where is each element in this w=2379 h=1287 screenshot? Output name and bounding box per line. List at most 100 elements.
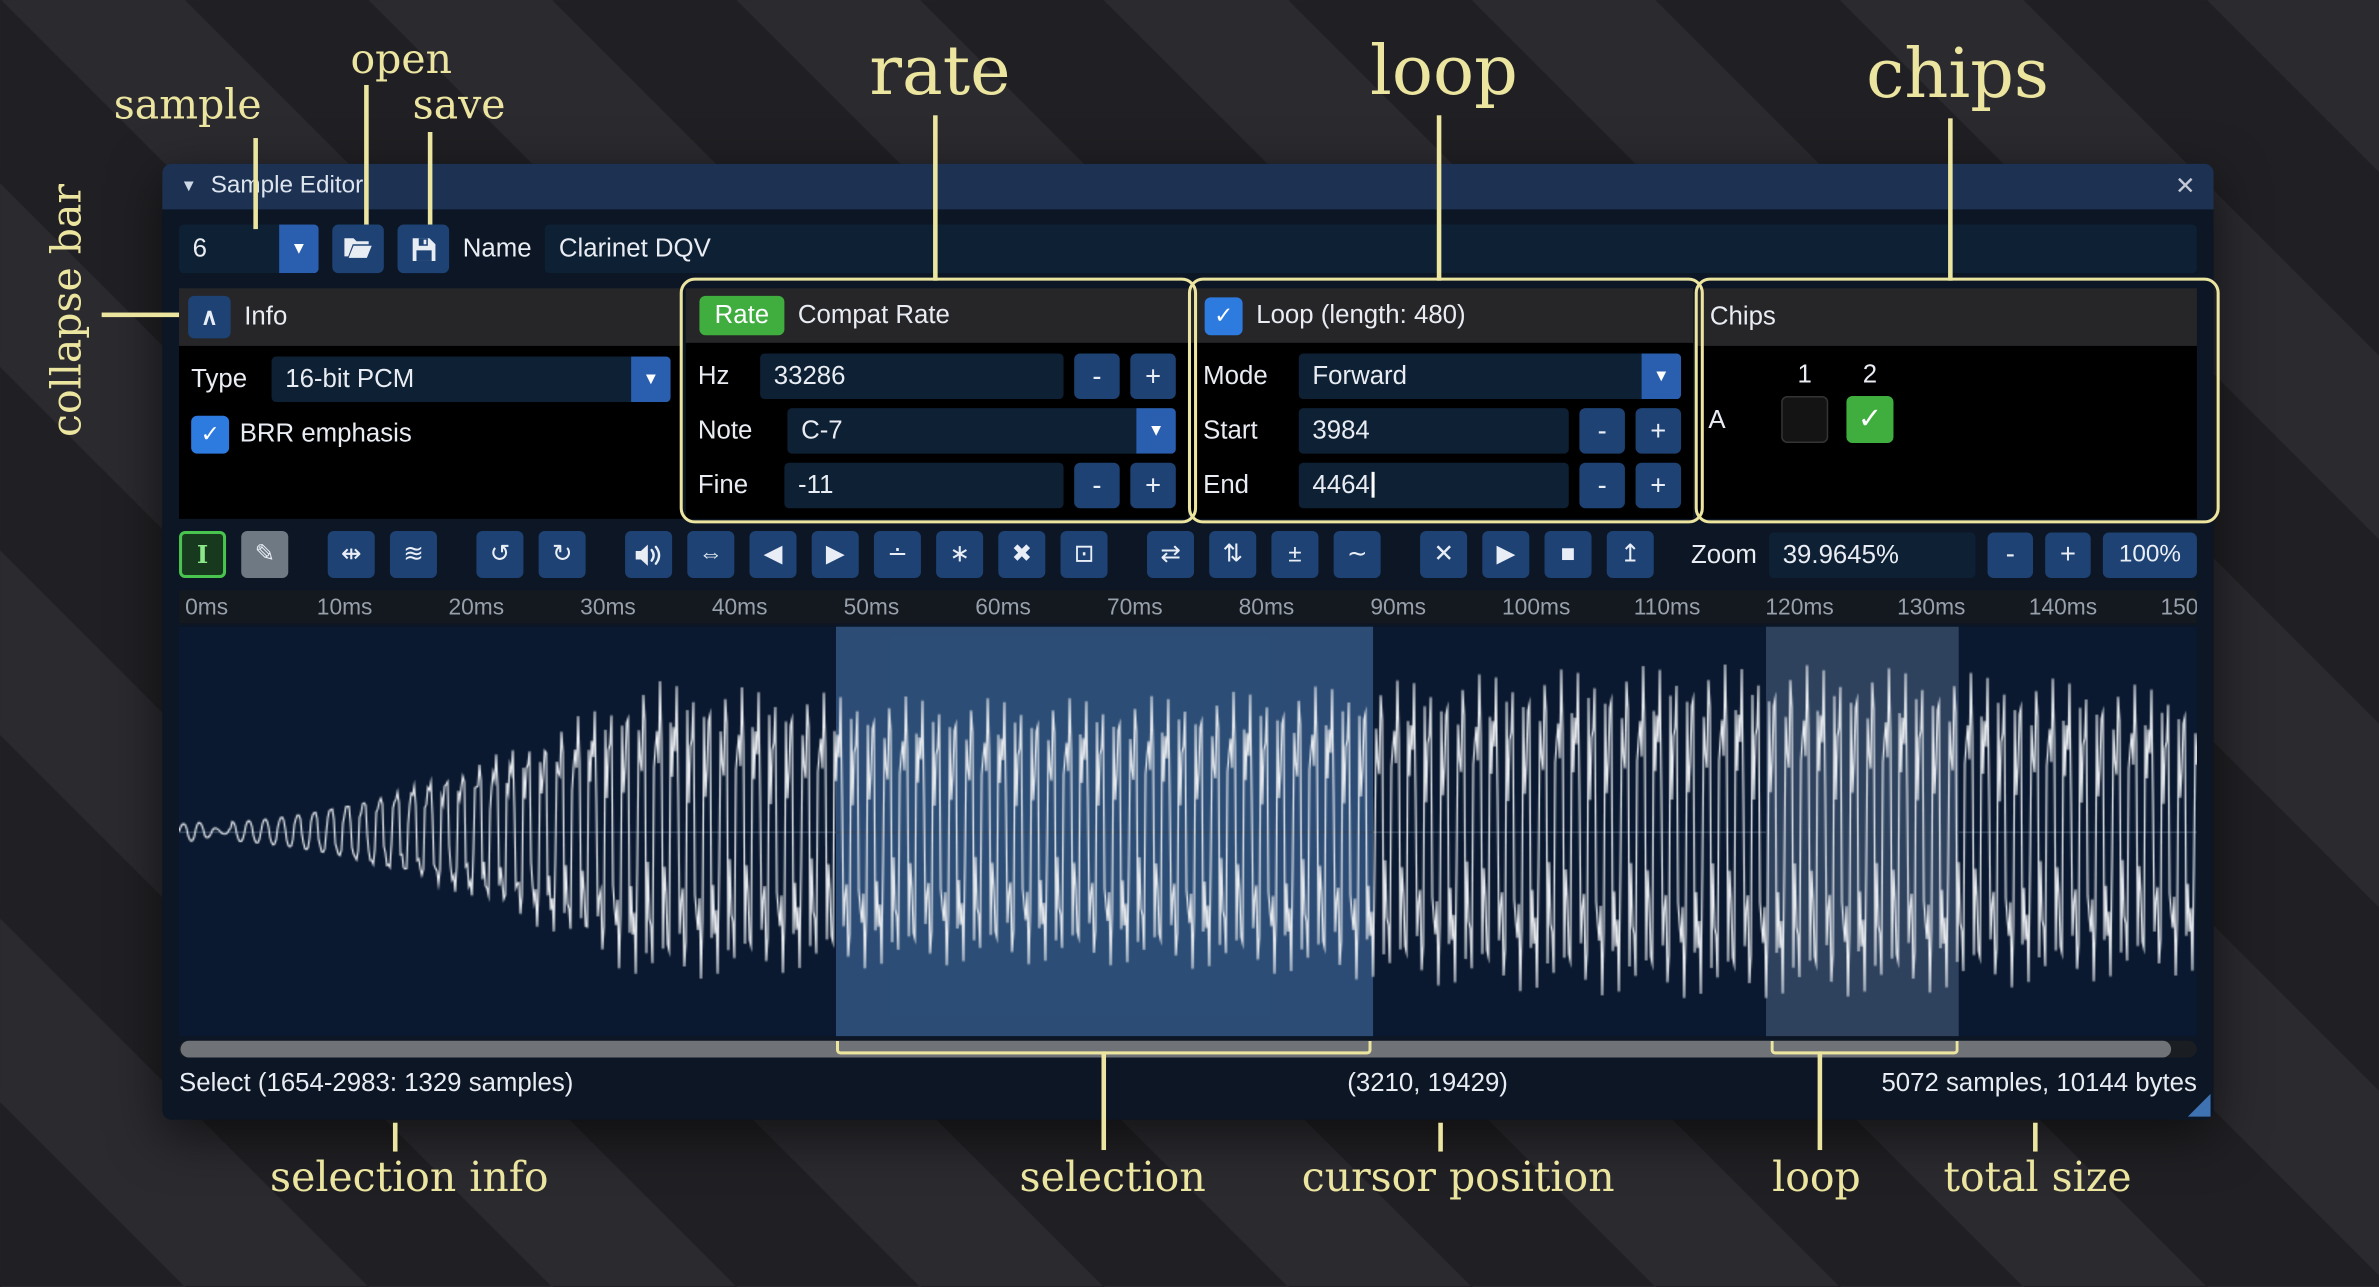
info-title: Info xyxy=(244,302,287,332)
stop-icon: ■ xyxy=(1561,542,1576,566)
invert-button[interactable]: ⇅ xyxy=(1209,531,1256,578)
minus-icon: - xyxy=(1092,470,1101,502)
edit-select-button[interactable]: I xyxy=(179,531,226,578)
fade-out-button[interactable]: ▶ xyxy=(812,531,859,578)
annotation-save-line xyxy=(428,132,432,225)
filter-button[interactable]: ∼ xyxy=(1334,531,1381,578)
loop-end-minus-button[interactable]: - xyxy=(1579,463,1625,509)
hz-input[interactable]: 33286 xyxy=(760,354,1063,400)
open-folder-icon xyxy=(343,237,373,261)
panels-row: ∧ Info Type 16-bit PCM ▼ xyxy=(179,288,2197,519)
zoom-reset-button[interactable]: 100% xyxy=(2103,532,2197,578)
plus-icon: + xyxy=(1650,470,1666,502)
upload-button[interactable]: ↥ xyxy=(1607,531,1654,578)
timeline-ruler[interactable]: 0ms10ms20ms30ms40ms50ms60ms70ms80ms90ms1… xyxy=(179,590,2197,623)
fine-value: -11 xyxy=(798,470,833,499)
note-value: C-7 xyxy=(787,408,1136,454)
redo-button[interactable]: ↻ xyxy=(539,531,586,578)
annotation-collapse-bar-line xyxy=(102,313,179,317)
undo-button[interactable]: ↺ xyxy=(476,531,523,578)
insert-silence-button[interactable]: ∸ xyxy=(874,531,921,578)
waveform-canvas[interactable] xyxy=(179,627,2197,1037)
chips-panel: Chips 1 2 A ✓ ✓ xyxy=(1696,288,2197,519)
note-label: Note xyxy=(698,416,777,446)
annotation-cursor-position-label: cursor position xyxy=(1302,1155,1615,1202)
preview-button[interactable]: ▶ xyxy=(1482,531,1529,578)
amplify-button[interactable] xyxy=(625,531,672,578)
delete-icon: ✖ xyxy=(1012,542,1032,566)
apply-silence-button[interactable]: ∗ xyxy=(936,531,983,578)
normalize-button[interactable]: ⇔ xyxy=(687,531,734,578)
annotation-sample-line xyxy=(253,138,257,229)
chip-1-checkbox[interactable]: ✓ xyxy=(1781,396,1828,443)
dropdown-arrow-icon[interactable]: ▼ xyxy=(1642,354,1681,400)
note-select[interactable]: C-7 ▼ xyxy=(787,408,1175,454)
collapse-info-button[interactable]: ∧ xyxy=(188,296,230,338)
zoom-in-button[interactable]: + xyxy=(2045,532,2091,578)
plus-icon: + xyxy=(1145,360,1161,392)
brr-emphasis-checkbox[interactable]: ✓ xyxy=(191,415,229,453)
fine-minus-button[interactable]: - xyxy=(1074,463,1120,509)
zoom-label: Zoom xyxy=(1691,539,1757,569)
fine-plus-button[interactable]: + xyxy=(1130,463,1176,509)
timeline-label: 120ms xyxy=(1765,595,1833,621)
open-button[interactable] xyxy=(332,225,384,274)
timeline-label: 40ms xyxy=(712,595,768,621)
resample-button[interactable]: ≋ xyxy=(390,531,437,578)
window-collapse-icon[interactable]: ▼ xyxy=(181,178,198,196)
edit-draw-button[interactable]: ✎ xyxy=(241,531,288,578)
plus-icon: + xyxy=(1650,415,1666,447)
delete-button[interactable]: ✖ xyxy=(998,531,1045,578)
type-select[interactable]: 16-bit PCM ▼ xyxy=(272,357,671,403)
check-icon: ✓ xyxy=(201,420,220,447)
dropdown-arrow-icon[interactable]: ▼ xyxy=(1136,408,1175,454)
chip-2-checkbox[interactable]: ✓ xyxy=(1846,396,1893,443)
loop-end-input[interactable]: 4464 xyxy=(1299,463,1569,509)
zoom-input[interactable]: 39.9645% xyxy=(1769,532,1975,578)
sample-number-select[interactable]: 6 ▼ xyxy=(179,225,319,274)
save-icon xyxy=(410,236,436,262)
crossfade-button[interactable]: ✕ xyxy=(1420,531,1467,578)
save-button[interactable] xyxy=(398,225,450,274)
sample-number-value: 6 xyxy=(179,225,279,274)
hz-plus-button[interactable]: + xyxy=(1130,354,1176,400)
loop-enable-checkbox[interactable]: ✓ xyxy=(1205,297,1243,335)
toolbar: I✎⇹≋↺↻⇔◀▶∸∗✖⊡⇄⇅±∼✕▶■↥ Zoom 39.9645% - + … xyxy=(179,531,2197,578)
fine-input[interactable]: -11 xyxy=(784,463,1063,509)
plus-icon: + xyxy=(2060,539,2076,571)
hz-minus-button[interactable]: - xyxy=(1074,354,1120,400)
normalize-icon: ⇔ xyxy=(699,542,723,566)
loop-start-minus-button[interactable]: - xyxy=(1579,408,1625,454)
resize-button[interactable]: ⇹ xyxy=(328,531,375,578)
fade-in-button[interactable]: ◀ xyxy=(749,531,796,578)
loop-start-plus-button[interactable]: + xyxy=(1636,408,1682,454)
text-caret xyxy=(1371,472,1374,498)
timeline-label: 50ms xyxy=(844,595,900,621)
loop-end-plus-button[interactable]: + xyxy=(1636,463,1682,509)
dropdown-arrow-icon[interactable]: ▼ xyxy=(631,357,670,403)
name-label: Name xyxy=(463,234,532,264)
zoom-out-button[interactable]: - xyxy=(1988,532,2034,578)
annotation-rate-line xyxy=(933,115,937,280)
trim-icon: ⊡ xyxy=(1074,542,1094,566)
annotation-total-size-label: total size xyxy=(1944,1155,2132,1202)
chips-col-2-label: 2 xyxy=(1846,360,1893,390)
chips-col-1-label: 1 xyxy=(1781,360,1828,390)
titlebar[interactable]: ▼ Sample Editor ✕ xyxy=(162,164,2213,210)
loop-mode-select[interactable]: Forward ▼ xyxy=(1299,354,1681,400)
annotation-rate-label: rate xyxy=(869,30,1010,110)
timeline-label: 150 xyxy=(2160,595,2196,621)
annotation-chips-line xyxy=(1948,118,1952,280)
chips-row-a-label: A xyxy=(1708,404,1763,434)
trim-button[interactable]: ⊡ xyxy=(1061,531,1108,578)
loop-start-input[interactable]: 3984 xyxy=(1299,408,1569,454)
stop-button[interactable]: ■ xyxy=(1545,531,1592,578)
resize-grip-icon[interactable] xyxy=(2188,1094,2211,1117)
close-icon[interactable]: ✕ xyxy=(2175,171,2195,201)
annotation-chips-label: chips xyxy=(1866,33,2049,113)
sample-editor-window: ▼ Sample Editor ✕ 6 ▼ xyxy=(162,164,2213,1120)
reverse-button[interactable]: ⇄ xyxy=(1147,531,1194,578)
waveform-area[interactable] xyxy=(179,627,2197,1037)
sign-button[interactable]: ± xyxy=(1271,531,1318,578)
dropdown-arrow-icon[interactable]: ▼ xyxy=(279,225,318,274)
